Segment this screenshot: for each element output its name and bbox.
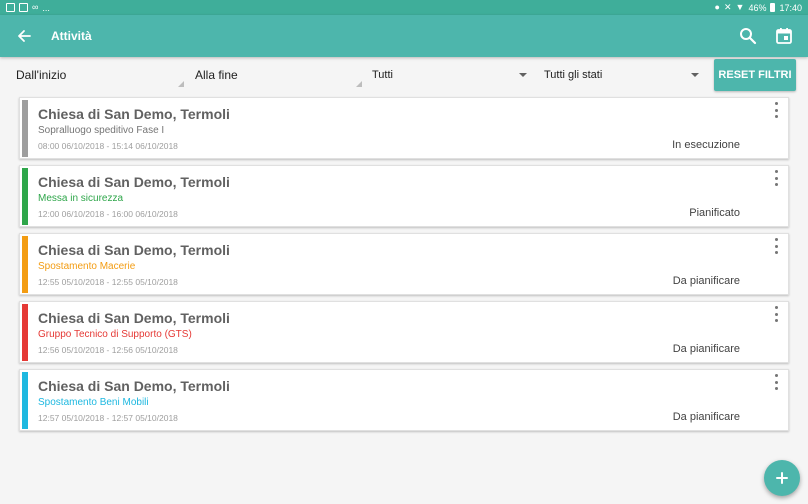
status-filter-value: Tutti gli stati — [544, 69, 603, 81]
card-subtitle: Sopralluogo speditivo Fase I — [38, 125, 165, 136]
battery-level: 46% — [748, 2, 767, 13]
activity-card[interactable]: Chiesa di San Demo, Termoli Spostamento … — [19, 233, 789, 295]
card-time-range: 12:00 06/10/2018 - 16:00 06/10/2018 — [38, 209, 178, 219]
to-date-value: Alla fine — [195, 68, 238, 82]
status-more-text: ... — [42, 2, 50, 13]
to-date-field[interactable]: Alla fine — [195, 57, 362, 89]
location-icon: ● — [714, 2, 720, 12]
status-filter-select[interactable]: Tutti gli stati — [544, 57, 699, 89]
card-time-range: 12:55 05/10/2018 - 12:55 05/10/2018 — [38, 277, 178, 287]
voicemail-icon: ∞ — [32, 2, 39, 12]
card-status-stripe — [22, 372, 28, 429]
card-status: In esecuzione — [672, 139, 740, 151]
toolbar-actions — [736, 24, 796, 48]
calendar-button[interactable] — [772, 24, 796, 48]
search-button[interactable] — [736, 24, 760, 48]
field-corner-icon — [178, 81, 184, 87]
from-date-value: Dall'inizio — [16, 68, 67, 82]
from-date-field[interactable]: Dall'inizio — [16, 57, 184, 89]
more-vert-icon[interactable] — [772, 170, 780, 186]
card-status: Da pianificare — [672, 411, 740, 423]
clock: 17:40 — [779, 2, 802, 13]
activity-card[interactable]: Chiesa di San Demo, Termoli Gruppo Tecni… — [19, 301, 789, 363]
card-status-stripe — [22, 168, 28, 225]
card-time-range: 12:56 05/10/2018 - 12:56 05/10/2018 — [38, 345, 178, 355]
back-button[interactable] — [12, 24, 36, 48]
card-title: Chiesa di San Demo, Termoli — [38, 310, 230, 326]
card-subtitle: Spostamento Beni Mobili — [38, 397, 149, 408]
status-bar-left: ∞ ... — [6, 3, 50, 13]
card-status: Pianificato — [689, 207, 740, 219]
status-bar: ∞ ... ● ✕ ▼ 46% 17:40 — [0, 0, 808, 15]
app-toolbar: Attività — [0, 15, 808, 57]
card-subtitle: Spostamento Macerie — [38, 261, 136, 272]
chevron-down-icon — [519, 73, 527, 77]
card-status-stripe — [22, 100, 28, 157]
arrow-back-icon — [18, 30, 31, 42]
reset-filters-button[interactable]: RESET FILTRI — [714, 59, 796, 91]
more-vert-icon[interactable] — [772, 374, 780, 390]
chevron-down-icon — [691, 73, 699, 77]
add-activity-button[interactable] — [764, 460, 800, 496]
card-title: Chiesa di San Demo, Termoli — [38, 242, 230, 258]
status-bar-right: ● ✕ ▼ 46% 17:40 — [715, 3, 802, 13]
activity-card[interactable]: Chiesa di San Demo, Termoli Sopralluogo … — [19, 97, 789, 159]
card-status-stripe — [22, 304, 28, 361]
field-corner-icon — [356, 81, 362, 87]
type-filter-select[interactable]: Tutti — [372, 57, 527, 89]
search-icon — [740, 28, 757, 45]
gallery-icon — [6, 3, 15, 12]
card-subtitle: Messa in sicurezza — [38, 193, 124, 204]
card-title: Chiesa di San Demo, Termoli — [38, 174, 230, 190]
more-vert-icon[interactable] — [772, 102, 780, 118]
type-filter-value: Tutti — [372, 69, 393, 81]
battery-icon — [770, 3, 776, 12]
wifi-icon: ▼ — [735, 2, 745, 12]
card-time-range: 12:57 05/10/2018 - 12:57 05/10/2018 — [38, 413, 178, 423]
calendar-icon — [776, 28, 792, 44]
card-subtitle: Gruppo Tecnico di Supporto (GTS) — [38, 329, 192, 340]
mute-icon: ✕ — [723, 2, 732, 12]
card-title: Chiesa di San Demo, Termoli — [38, 378, 230, 394]
page-title: Attività — [51, 29, 92, 43]
card-time-range: 08:00 06/10/2018 - 15:14 06/10/2018 — [38, 141, 178, 151]
notes-icon — [19, 3, 28, 12]
card-title: Chiesa di San Demo, Termoli — [38, 106, 230, 122]
more-vert-icon[interactable] — [772, 306, 780, 322]
card-status-stripe — [22, 236, 28, 293]
plus-icon — [776, 472, 788, 484]
activity-card[interactable]: Chiesa di San Demo, Termoli Spostamento … — [19, 369, 789, 431]
app-root: ∞ ... ● ✕ ▼ 46% 17:40 Attività Dall'iniz… — [0, 0, 808, 504]
card-status: Da pianificare — [672, 343, 740, 355]
filter-bar: Dall'inizio Alla fine Tutti Tutti gli st… — [0, 57, 808, 95]
card-status: Da pianificare — [672, 275, 740, 287]
more-vert-icon[interactable] — [772, 238, 780, 254]
activity-card[interactable]: Chiesa di San Demo, Termoli Messa in sic… — [19, 165, 789, 227]
